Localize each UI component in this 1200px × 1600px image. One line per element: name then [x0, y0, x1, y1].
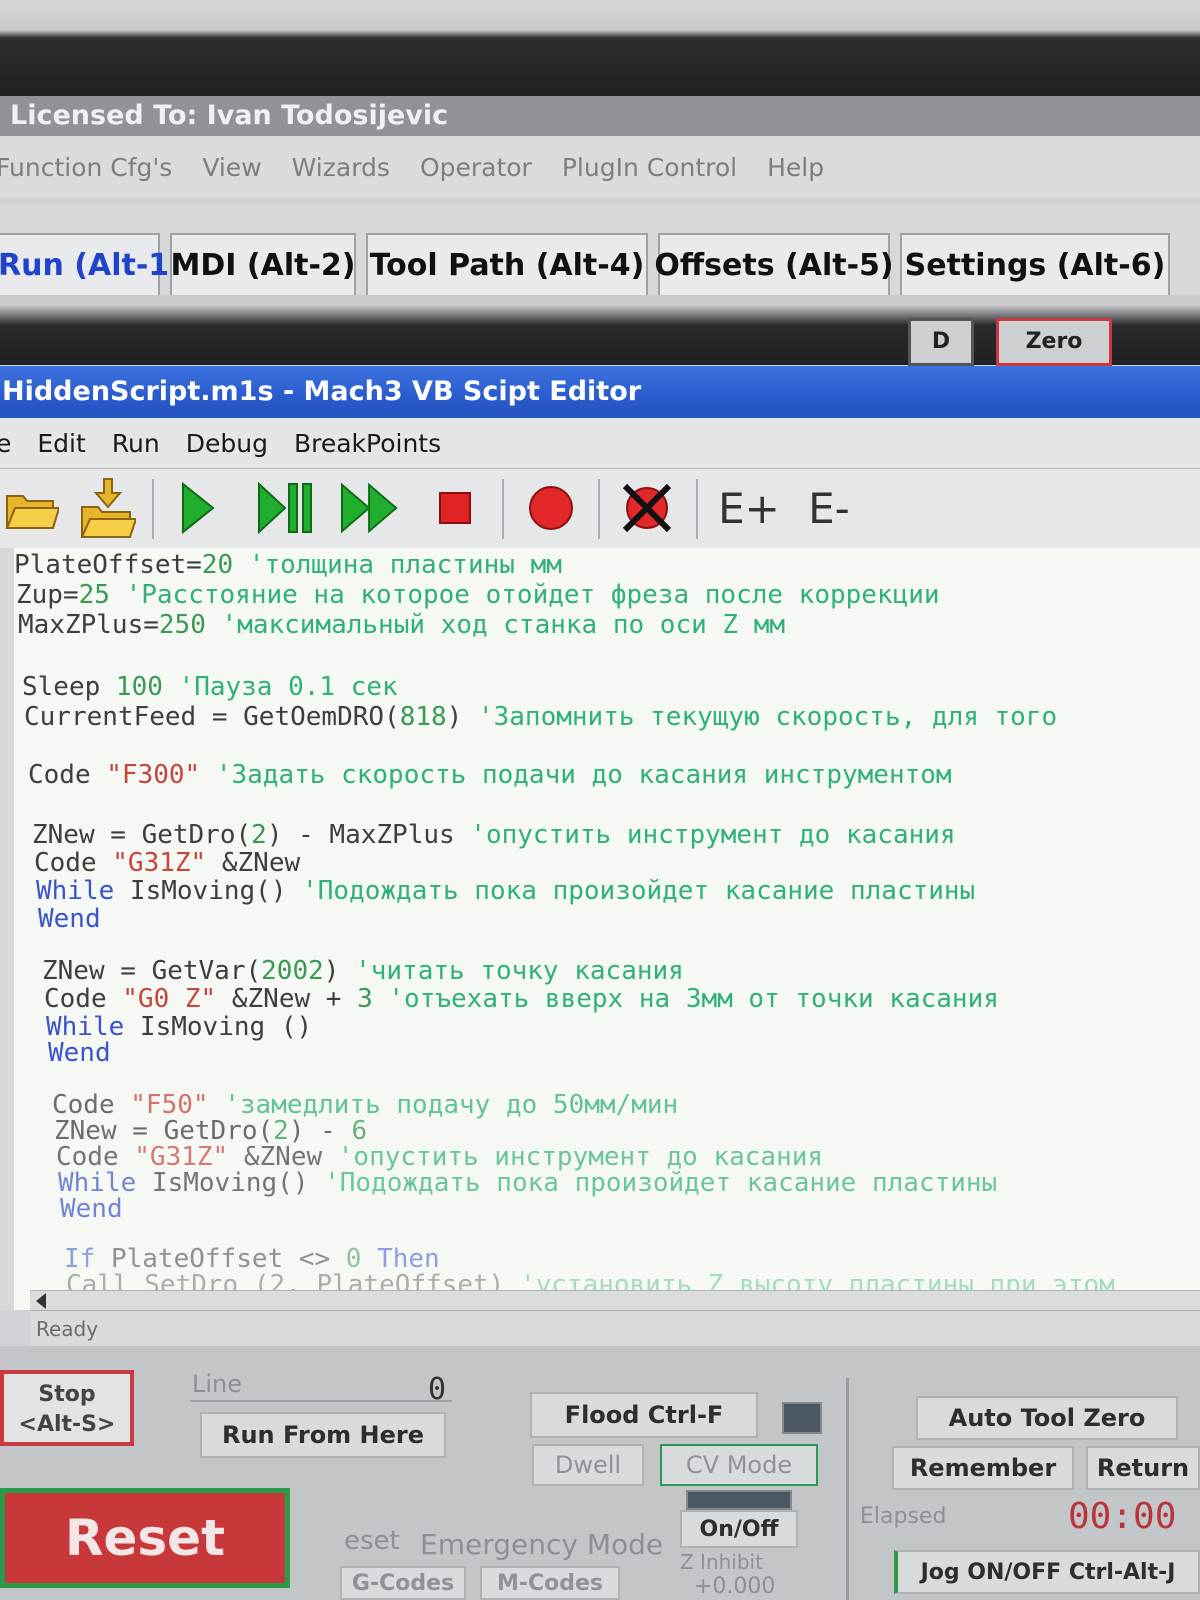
breakpoint-icon[interactable]	[520, 477, 582, 539]
code-line: Wend	[48, 1038, 111, 1068]
emergency-mode-label: Emergency Mode	[420, 1528, 664, 1561]
on-off-button[interactable]: On/Off	[680, 1510, 798, 1548]
tab-mdi[interactable]: MDI (Alt-2)	[170, 233, 356, 295]
remember-button[interactable]: Remember	[892, 1446, 1074, 1490]
code-line: PlateOffset=20 'толщина пластины мм	[14, 550, 562, 580]
toolbar-separator	[502, 479, 504, 539]
flood-button[interactable]: Flood Ctrl-F	[530, 1392, 758, 1438]
line-field-underline	[190, 1400, 452, 1402]
g-codes-button[interactable]: G-Codes	[340, 1566, 466, 1600]
editor-menu-edit[interactable]: Edit	[37, 429, 85, 458]
horizontal-scrollbar[interactable]	[30, 1290, 1200, 1311]
editor-menu-file[interactable]: e	[0, 429, 11, 458]
run-from-here-button[interactable]: Run From Here	[200, 1412, 446, 1458]
toolbar-separator	[598, 479, 600, 539]
z-inhibit-led-icon	[686, 1490, 792, 1510]
menu-help[interactable]: Help	[767, 153, 824, 182]
z-inhibit-value[interactable]: +0.000	[694, 1574, 775, 1599]
editor-toolbar: E+ E-	[0, 468, 1200, 550]
editor-status-bar: Ready	[30, 1310, 1200, 1346]
monitor-bezel	[0, 0, 1200, 96]
line-label: Line	[192, 1370, 243, 1398]
code-line: ZNew = GetDro(2) - MaxZPlus 'опустить ин…	[32, 820, 956, 850]
stop-label: Stop	[38, 1382, 96, 1407]
elapsed-time: 00:00	[1068, 1496, 1177, 1537]
code-line: CurrentFeed = GetOemDRO(818) 'Запомнить …	[24, 702, 1058, 732]
zoom-in-icon[interactable]: E+	[714, 477, 784, 539]
panel-divider	[846, 1378, 849, 1600]
m-codes-button[interactable]: M-Codes	[480, 1566, 620, 1600]
menu-operator[interactable]: Operator	[420, 153, 532, 182]
zoom-out-icon[interactable]: E-	[794, 477, 864, 539]
reset-label-faint: eset	[344, 1526, 400, 1556]
menu-wizards[interactable]: Wizards	[292, 153, 390, 182]
open-folder-icon[interactable]	[0, 477, 62, 539]
dro-button-d[interactable]: D	[908, 318, 974, 366]
line-value[interactable]: 0	[428, 1372, 446, 1407]
reset-button[interactable]: Reset	[0, 1488, 290, 1588]
code-line: ZNew = GetVar(2002) 'читать точку касани…	[42, 956, 684, 986]
stop-shortcut-label: <Alt-S>	[18, 1412, 116, 1437]
clear-breakpoints-icon[interactable]	[616, 477, 678, 539]
stop-button[interactable]: Stop <Alt-S>	[0, 1370, 134, 1446]
tab-tool-path[interactable]: Tool Path (Alt-4)	[366, 233, 648, 295]
code-line: Code "G0 Z" &ZNew + 3 'отъехать вверх на…	[44, 984, 999, 1014]
code-line: MaxZPlus=250 'максимальный ход станка по…	[18, 610, 786, 640]
code-line: While IsMoving() 'Подождать пока произой…	[36, 876, 976, 906]
code-line: Code "G31Z" &ZNew	[34, 848, 301, 878]
editor-menu-breakpoints[interactable]: BreakPoints	[294, 429, 441, 458]
toolbar-separator	[696, 479, 698, 539]
run-to-icon[interactable]	[340, 477, 402, 539]
run-icon[interactable]	[166, 477, 228, 539]
zero-button[interactable]: Zero	[996, 318, 1112, 366]
tab-run[interactable]: Run (Alt-1)	[0, 233, 183, 295]
elapsed-label: Elapsed	[860, 1504, 947, 1529]
editor-menu-debug[interactable]: Debug	[186, 429, 268, 458]
cv-mode-button[interactable]: CV Mode	[660, 1444, 818, 1486]
editor-title: HiddenScript.m1s - Mach3 VB Scipt Editor	[0, 366, 1200, 418]
auto-tool-zero-button[interactable]: Auto Tool Zero	[916, 1396, 1178, 1440]
code-line: Code "F300" 'Задать скорость подачи до к…	[28, 760, 952, 790]
toolbar-separator	[152, 479, 154, 539]
step-icon[interactable]	[256, 477, 318, 539]
tab-settings[interactable]: Settings (Alt-6)	[900, 233, 1170, 295]
flood-led-icon	[782, 1402, 822, 1434]
stop-icon[interactable]	[424, 477, 486, 539]
code-line: Wend	[60, 1194, 123, 1224]
dwell-button[interactable]: Dwell	[532, 1444, 644, 1486]
screen-tabs: Run (Alt-1) MDI (Alt-2) Tool Path (Alt-4…	[0, 205, 1200, 295]
editor-gutter	[0, 548, 14, 1310]
scroll-left-icon[interactable]	[36, 1293, 46, 1309]
menu-plugin-control[interactable]: PlugIn Control	[562, 153, 737, 182]
main-menu-bar: Function Cfg's View Wizards Operator Plu…	[0, 136, 1200, 198]
code-line: Wend	[38, 904, 101, 934]
jog-toggle-button[interactable]: Jog ON/OFF Ctrl-Alt-J	[894, 1550, 1200, 1594]
return-button[interactable]: Return	[1086, 1446, 1200, 1490]
editor-menu-run[interactable]: Run	[112, 429, 160, 458]
z-inhibit-label: Z Inhibit	[680, 1550, 763, 1574]
code-editor[interactable]: PlateOffset=20 'толщина пластины мм Zup=…	[0, 548, 1200, 1310]
tab-offsets[interactable]: Offsets (Alt-5)	[654, 233, 894, 295]
editor-menu-bar: e Edit Run Debug BreakPoints	[0, 418, 1200, 468]
menu-view[interactable]: View	[202, 153, 261, 182]
save-icon[interactable]	[76, 477, 138, 539]
code-line: Sleep 100 'Пауза 0.1 сек	[22, 672, 398, 702]
code-line: While IsMoving() 'Подождать пока произой…	[58, 1168, 998, 1198]
menu-function-cfgs[interactable]: Function Cfg's	[0, 153, 172, 182]
code-line: Zup=25 'Расстояние на которое отойдет фр…	[16, 580, 940, 610]
license-title: Licensed To: Ivan Todosijevic	[0, 96, 1200, 136]
